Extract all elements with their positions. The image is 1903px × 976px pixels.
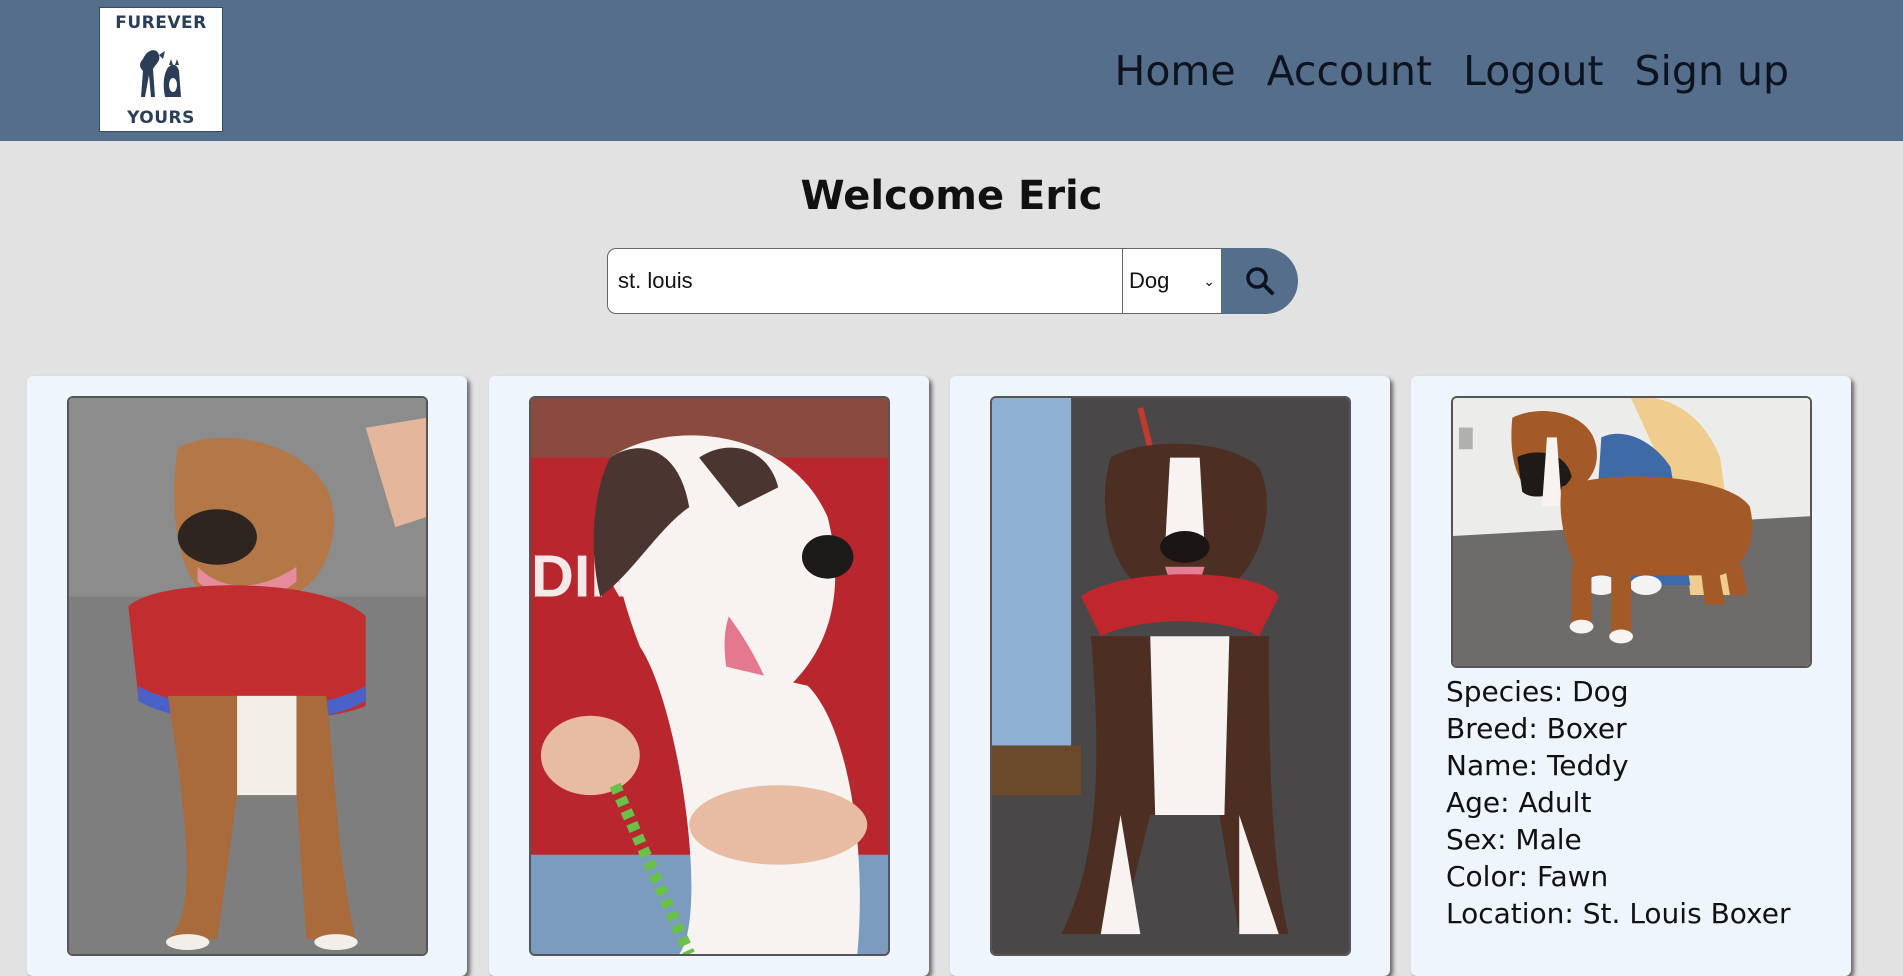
search-icon xyxy=(1246,267,1274,295)
pet-card[interactable] xyxy=(27,376,467,976)
pet-card[interactable]: Species: Dog Breed: Boxer Name: Teddy Ag… xyxy=(1411,376,1851,976)
search-button[interactable] xyxy=(1222,248,1298,314)
pet-color: Color: Fawn xyxy=(1446,860,1609,893)
pet-breed: Breed: Boxer xyxy=(1446,712,1627,745)
pet-photo[interactable]: DINA xyxy=(529,396,890,956)
nav-links: Home Account Logout Sign up xyxy=(1115,46,1790,96)
pet-name: Name: Teddy xyxy=(1446,749,1629,782)
pet-photo[interactable] xyxy=(67,396,428,956)
search-bar: Dog ⌄ xyxy=(607,248,1298,314)
pet-sex: Sex: Male xyxy=(1446,823,1582,856)
nav-logout-link[interactable]: Logout xyxy=(1463,46,1603,96)
pet-location: Location: St. Louis Boxer xyxy=(1446,897,1791,930)
logo-bottom-text: YOURS xyxy=(127,108,195,128)
nav-signup-link[interactable]: Sign up xyxy=(1635,46,1789,96)
location-search-input[interactable] xyxy=(607,248,1122,314)
species-select[interactable]: Dog ⌄ xyxy=(1122,248,1222,314)
nav-home-link[interactable]: Home xyxy=(1115,46,1236,96)
logo-top-text: FUREVER xyxy=(115,13,207,33)
navbar: FUREVER YOURS Home Account Logout Sign u… xyxy=(0,0,1903,141)
pet-species: Species: Dog xyxy=(1446,675,1629,708)
pet-card[interactable] xyxy=(950,376,1390,976)
species-select-value: Dog xyxy=(1129,268,1170,293)
pet-photo[interactable] xyxy=(990,396,1351,956)
chevron-down-icon: ⌄ xyxy=(1203,272,1215,289)
welcome-heading: Welcome Eric xyxy=(800,173,1103,219)
pet-age: Age: Adult xyxy=(1446,786,1592,819)
pet-info: Species: Dog Breed: Boxer Name: Teddy Ag… xyxy=(1446,673,1791,932)
nav-account-link[interactable]: Account xyxy=(1267,46,1433,96)
pet-card[interactable]: DINA xyxy=(489,376,929,976)
logo[interactable]: FUREVER YOURS xyxy=(99,7,223,132)
pet-photo[interactable] xyxy=(1451,396,1812,668)
dog-cat-logo-icon xyxy=(140,49,181,97)
